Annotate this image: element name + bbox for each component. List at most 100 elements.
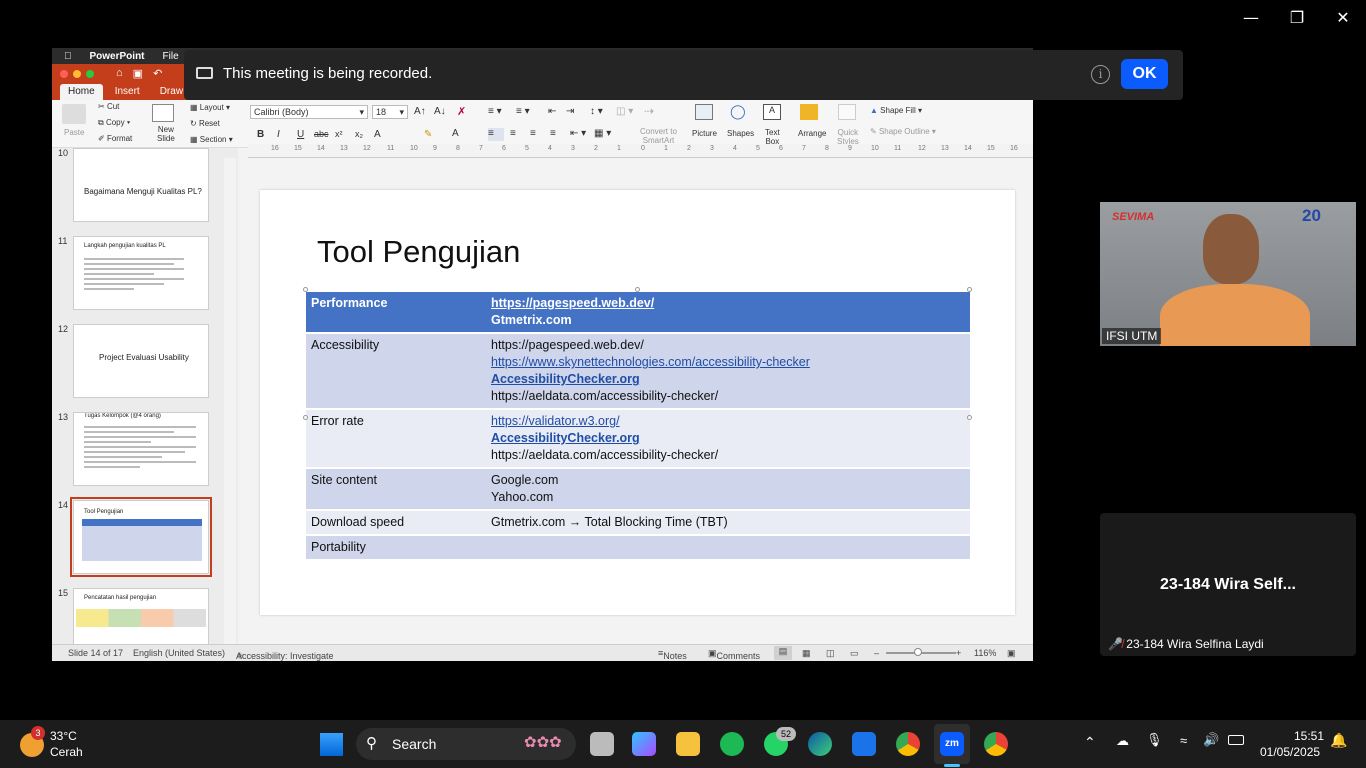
paste-icon[interactable]	[62, 104, 86, 124]
close-dot-icon[interactable]	[60, 70, 68, 78]
table-row[interactable]: Performance https://pagespeed.web.dev/Gtm…	[306, 290, 970, 333]
normal-view-icon[interactable]: ▤	[774, 646, 792, 660]
paste-button[interactable]: Paste	[64, 128, 84, 137]
row-label-cell[interactable]: Download speed	[306, 509, 486, 535]
clear-format-icon[interactable]: ✗	[457, 105, 466, 118]
highlight-icon[interactable]: ✎	[424, 129, 432, 140]
tab-home[interactable]: Home	[60, 84, 103, 101]
row-label-cell[interactable]: Accessibility	[306, 332, 486, 409]
weather-temp[interactable]: 33°C	[50, 729, 77, 743]
numbering-icon[interactable]: ≡ ▾	[516, 106, 530, 117]
shapes-icon[interactable]: ◯	[730, 103, 746, 120]
slide-thumbnail-15[interactable]: Pencatatan hasil pengujian	[73, 588, 209, 644]
copy-button[interactable]: ⧉ Copy ▾	[98, 118, 130, 128]
tool-link[interactable]: https://www.skynettechnologies.com/acces…	[491, 355, 810, 369]
align-left-icon[interactable]: ≡	[488, 128, 504, 141]
task-view-icon[interactable]	[590, 732, 614, 756]
tools-cell[interactable]: Gtmetrix.com → Total Blocking Time (TBT)	[486, 509, 970, 535]
text-box-icon[interactable]: A	[763, 104, 781, 120]
clock-time[interactable]: 15:51	[1294, 729, 1324, 743]
section-button[interactable]: ▦ Section ▾	[190, 135, 233, 144]
row-label-cell[interactable]: Error rate	[306, 408, 486, 468]
align-right-icon[interactable]: ≡	[530, 128, 536, 139]
minimize-button[interactable]: —	[1228, 8, 1274, 27]
edge-icon[interactable]	[808, 732, 832, 756]
slide-thumbnail-12[interactable]: Project Evaluasi Usability	[73, 324, 209, 398]
line-spacing-icon[interactable]: ↕ ▾	[590, 106, 603, 117]
italic-icon[interactable]: I	[277, 129, 280, 140]
zoom-in-icon[interactable]: +	[956, 648, 961, 658]
participant-video-ifsi-utm[interactable]: SEVIMA 20 IFSI UTM	[1100, 202, 1356, 346]
underline-icon[interactable]: U	[297, 129, 304, 140]
zoom-app-icon[interactable]: zm	[940, 732, 964, 756]
row-label-cell[interactable]: Performance	[306, 290, 486, 333]
font-name-select[interactable]: Calibri (Body) ▾	[250, 105, 368, 119]
table-row[interactable]: Site content Google.com Yahoo.com	[306, 467, 970, 510]
tab-insert[interactable]: Insert	[107, 84, 148, 101]
menu-file[interactable]: File	[163, 51, 179, 62]
shape-outline-button[interactable]: ✎ Shape Outline ▾	[870, 127, 936, 136]
minimize-dot-icon[interactable]	[73, 70, 81, 78]
slideshow-icon[interactable]: ▭	[850, 648, 859, 659]
store-icon[interactable]	[852, 732, 876, 756]
increase-indent-icon[interactable]: ⇥	[566, 106, 574, 117]
picture-icon[interactable]	[695, 104, 713, 120]
picture-button[interactable]: Picture	[692, 129, 717, 138]
comments-button[interactable]: ▣ Comments	[708, 648, 760, 661]
arrange-icon[interactable]	[800, 104, 818, 120]
mic-icon[interactable]: 🎙	[1146, 732, 1163, 748]
text-direction-icon[interactable]: ⇤ ▾	[570, 128, 586, 139]
tools-cell[interactable]	[486, 534, 970, 559]
reading-view-icon[interactable]: ◫	[826, 648, 835, 659]
zoom-level[interactable]: 116%	[974, 648, 996, 658]
fit-slide-icon[interactable]: ▣	[1007, 648, 1016, 659]
restore-button[interactable]: ❐	[1274, 8, 1320, 27]
battery-icon[interactable]	[1228, 735, 1244, 745]
shape-fill-button[interactable]: ▲ Shape Fill ▾	[870, 106, 922, 115]
language-status[interactable]: English (United States)	[133, 648, 225, 658]
chevron-up-icon[interactable]: ⌃	[1084, 734, 1096, 751]
tools-cell[interactable]: https://pagespeed.web.dev/https://www.sk…	[486, 332, 970, 409]
cut-button[interactable]: ✂ Cut	[98, 102, 119, 111]
clock-date[interactable]: 01/05/2025	[1260, 745, 1320, 759]
weather-desc[interactable]: Cerah	[50, 745, 83, 759]
spotify-icon[interactable]	[720, 732, 744, 756]
selection-handle[interactable]	[303, 415, 308, 420]
menu-app-name[interactable]: PowerPoint	[90, 51, 145, 62]
table-row[interactable]: Accessibility https://pagespeed.web.dev/h…	[306, 332, 970, 409]
shapes-button[interactable]: Shapes	[727, 129, 754, 138]
align-center-icon[interactable]: ≡	[510, 128, 516, 139]
slide-title[interactable]: Tool Pengujian	[317, 234, 520, 270]
zoom-slider-thumb[interactable]	[914, 648, 922, 656]
table-row[interactable]: Error rate https://validator.w3.org/Acces…	[306, 408, 970, 468]
font-color-icon[interactable]: A	[452, 128, 459, 139]
convert-smartart-button[interactable]: Convert to SmartArt	[640, 127, 677, 145]
font-size-select[interactable]: 18 ▾	[372, 105, 408, 119]
home-icon[interactable]: ⌂	[116, 67, 123, 80]
strikethrough-icon[interactable]: abc	[314, 129, 329, 139]
tools-cell[interactable]: https://pagespeed.web.dev/Gtmetrix.com	[486, 290, 970, 333]
tools-cell[interactable]: Google.com Yahoo.com	[486, 467, 970, 510]
font-grow-icon[interactable]: A↑	[414, 106, 426, 117]
smartart-icon[interactable]: ⇢	[644, 104, 666, 118]
decrease-indent-icon[interactable]: ⇤	[548, 106, 556, 117]
format-painter-button[interactable]: ✐ Format	[98, 134, 132, 143]
selection-handle[interactable]	[303, 287, 308, 292]
selection-handle[interactable]	[967, 287, 972, 292]
close-button[interactable]: ✕	[1320, 8, 1366, 27]
onedrive-icon[interactable]: ☁	[1116, 733, 1129, 749]
notifications-icon[interactable]: 🔔	[1330, 732, 1347, 749]
participant-video-wira[interactable]: 23-184 Wira Self... 🎤̸ 23-184 Wira Selfi…	[1100, 513, 1356, 656]
chrome-profile-icon[interactable]	[984, 732, 1008, 756]
reset-button[interactable]: ↻ Reset	[190, 119, 220, 128]
windows-start-icon[interactable]	[320, 733, 343, 756]
slide-thumbnail-11[interactable]: Langkah pengujian kualitas PL	[73, 236, 209, 310]
apple-icon[interactable]: 	[64, 51, 72, 62]
file-explorer-icon[interactable]	[676, 732, 700, 756]
tool-link[interactable]: AccessibilityChecker.org	[491, 431, 640, 445]
zoom-dot-icon[interactable]	[86, 70, 94, 78]
align-text-icon[interactable]: ▦ ▾	[594, 128, 611, 139]
subscript-icon[interactable]: x₂	[355, 129, 363, 139]
columns-icon[interactable]: ◫ ▾	[616, 106, 633, 117]
wifi-icon[interactable]: ≈	[1180, 733, 1187, 748]
